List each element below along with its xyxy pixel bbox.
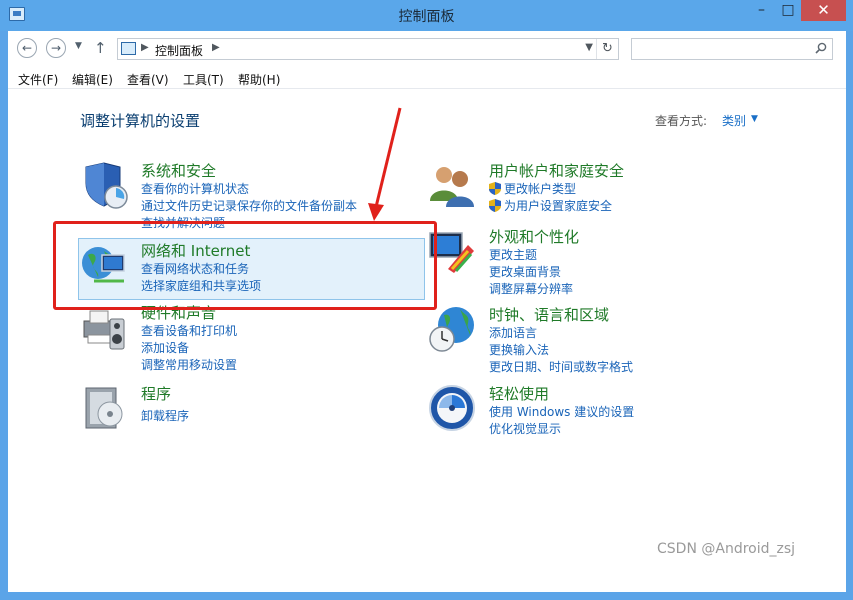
link-date-time-format[interactable]: 更改日期、时间或数字格式 [489, 358, 633, 375]
arrow-right-icon: → [50, 41, 62, 55]
address-dropdown-icon[interactable]: ▼ [585, 42, 593, 53]
search-input[interactable] [631, 38, 833, 60]
maximize-icon: □ [781, 2, 795, 18]
link-add-language[interactable]: 添加语言 [489, 324, 537, 341]
menu-help[interactable]: 帮助(H) [238, 71, 280, 88]
control-panel-window: 控制面板 – □ ✕ ← → ▼ ↑ ▶ 控制面板 ▶ ▼ ↻ 文件(F) 编辑… [0, 0, 853, 600]
link-add-device[interactable]: 添加设备 [141, 339, 189, 356]
recent-locations-button[interactable]: ▼ [75, 41, 82, 51]
navigation-bar: ← → ▼ ↑ ▶ 控制面板 ▶ ▼ ↻ [8, 31, 846, 65]
menu-tools[interactable]: 工具(T) [183, 71, 224, 88]
menu-edit[interactable]: 编辑(E) [72, 71, 113, 88]
category-title[interactable]: 轻松使用 [489, 383, 549, 404]
search-icon [815, 42, 827, 54]
window-title: 控制面板 [398, 9, 455, 25]
category-title[interactable]: 系统和安全 [141, 160, 216, 181]
page-title: 调整计算机的设置 [80, 112, 201, 130]
programs-icon [85, 387, 123, 429]
menu-view[interactable]: 查看(V) [127, 71, 169, 88]
control-panel-icon [121, 42, 136, 55]
category-title[interactable]: 用户帐户和家庭安全 [489, 160, 624, 181]
link-optimize-display[interactable]: 优化视觉显示 [489, 420, 561, 437]
minimize-button[interactable]: – [748, 0, 775, 21]
watermark: CSDN @Android_zsj [657, 541, 796, 557]
users-icon [430, 167, 474, 207]
minimize-icon: – [758, 2, 765, 18]
globe-clock-icon [429, 307, 474, 352]
printer-icon [83, 310, 125, 350]
breadcrumb-control-panel[interactable]: 控制面板 [155, 42, 203, 59]
uac-shield-icon [489, 182, 501, 195]
back-button[interactable]: ← [17, 38, 37, 58]
shield-icon [85, 162, 128, 209]
link-label[interactable]: 为用户设置家庭安全 [504, 199, 612, 213]
arrow-up-icon: ↑ [94, 39, 107, 57]
address-bar[interactable]: ▶ 控制面板 ▶ ▼ ↻ [117, 38, 619, 60]
breadcrumb-chevron-icon[interactable]: ▶ [212, 42, 220, 53]
annotation-highlight-rectangle [53, 221, 437, 310]
refresh-icon: ↻ [602, 41, 613, 56]
uac-shield-icon [489, 199, 501, 212]
close-icon: ✕ [817, 1, 830, 19]
link-windows-suggested[interactable]: 使用 Windows 建议的设置 [489, 403, 634, 420]
category-title[interactable]: 时钟、语言和区域 [489, 304, 609, 325]
up-button[interactable]: ↑ [94, 39, 107, 57]
link-change-theme[interactable]: 更改主题 [489, 246, 537, 263]
ease-of-access-icon [429, 385, 475, 431]
menu-bar: 文件(F) 编辑(E) 查看(V) 工具(T) 帮助(H) [8, 67, 846, 89]
link-input-method[interactable]: 更换输入法 [489, 341, 549, 358]
link-change-account-type[interactable]: 更改帐户类型 [489, 180, 576, 197]
arrow-left-icon: ← [21, 41, 33, 55]
link-label[interactable]: 更改帐户类型 [504, 182, 576, 196]
maximize-button[interactable]: □ [775, 0, 801, 21]
link-view-status[interactable]: 查看你的计算机状态 [141, 180, 249, 197]
forward-button[interactable]: → [46, 38, 66, 58]
link-devices-printers[interactable]: 查看设备和打印机 [141, 322, 237, 339]
link-file-history[interactable]: 通过文件历史记录保存你的文件备份副本 [141, 197, 357, 214]
link-uninstall[interactable]: 卸载程序 [141, 407, 189, 424]
link-mobility-settings[interactable]: 调整常用移动设置 [141, 356, 237, 373]
breadcrumb-chevron-icon[interactable]: ▶ [141, 42, 149, 53]
chevron-down-icon: ▼ [75, 41, 82, 51]
title-bar[interactable]: 控制面板 – □ ✕ [0, 0, 853, 31]
refresh-button[interactable]: ↻ [596, 39, 618, 59]
category-title[interactable]: 外观和个性化 [489, 226, 579, 247]
view-by-dropdown[interactable]: 类别 [722, 112, 746, 129]
category-title[interactable]: 程序 [141, 383, 171, 404]
link-screen-resolution[interactable]: 调整屏幕分辨率 [489, 280, 573, 297]
view-by-label: 查看方式: [655, 114, 708, 128]
chevron-down-icon[interactable]: ▼ [751, 114, 758, 124]
client-area: ← → ▼ ↑ ▶ 控制面板 ▶ ▼ ↻ 文件(F) 编辑(E) 查看(V) 工… [8, 31, 846, 592]
link-desktop-background[interactable]: 更改桌面背景 [489, 263, 561, 280]
link-family-safety[interactable]: 为用户设置家庭安全 [489, 197, 612, 214]
menu-file[interactable]: 文件(F) [18, 71, 58, 88]
close-button[interactable]: ✕ [801, 0, 846, 21]
